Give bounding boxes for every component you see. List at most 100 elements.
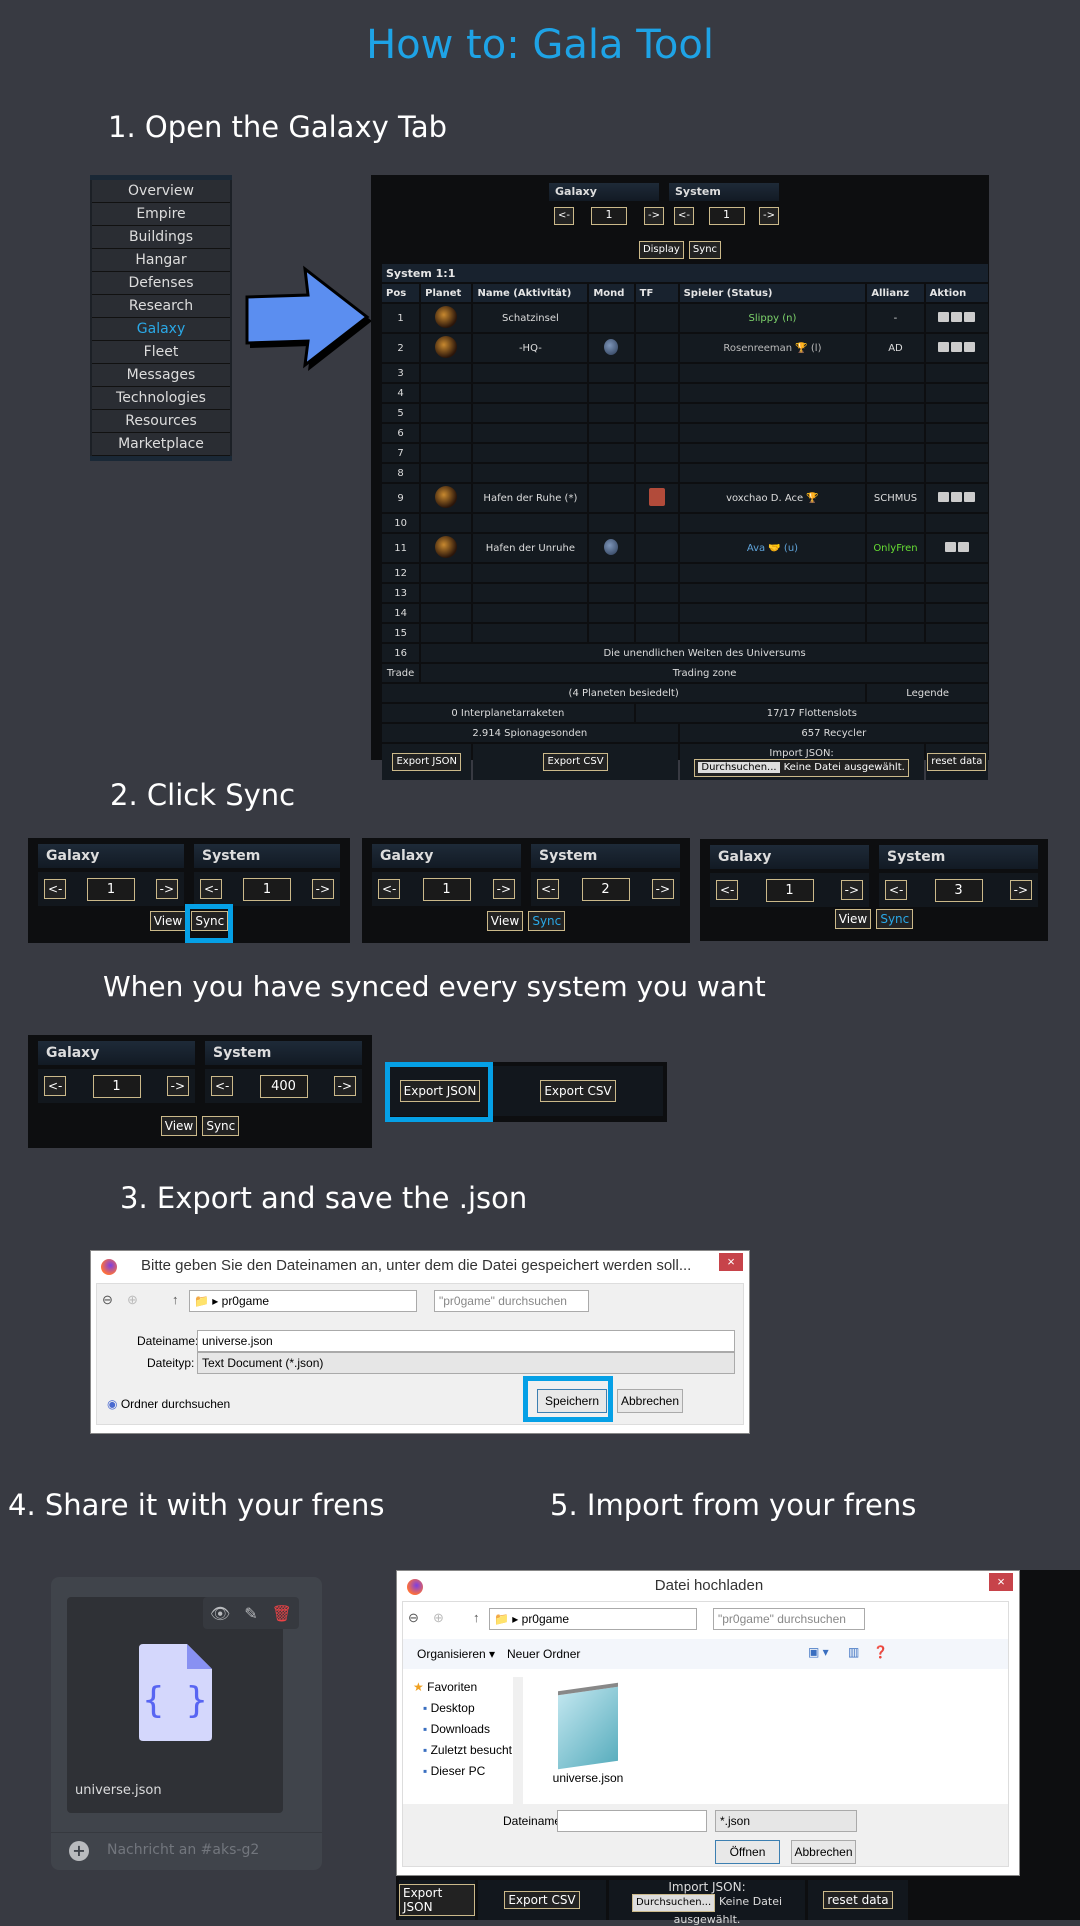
up-icon[interactable]: ↑ [473, 1610, 480, 1625]
search-field[interactable]: "pr0game" durchsuchen [713, 1608, 865, 1630]
menu-item-marketplace[interactable]: Marketplace [92, 433, 230, 456]
galaxy-prev-button[interactable]: <- [44, 1076, 67, 1096]
menu-item-defenses[interactable]: Defenses [92, 272, 230, 295]
planet-cell[interactable] [421, 334, 472, 362]
up-icon[interactable]: ↑ [172, 1292, 179, 1307]
system-next-button[interactable]: -> [1009, 880, 1032, 900]
galaxy-next-button[interactable]: -> [492, 879, 515, 899]
planet-icon[interactable] [435, 485, 458, 508]
planet-cell[interactable] [421, 534, 472, 562]
view-button[interactable]: View [149, 911, 187, 931]
system-input[interactable]: 400 [259, 1074, 308, 1098]
sync-button[interactable]: Sync [688, 241, 722, 259]
alliance-cell[interactable]: OnlyFren [867, 534, 924, 562]
menu-item-galaxy[interactable]: Galaxy [92, 318, 230, 341]
system-input[interactable]: 3 [934, 878, 983, 902]
cancel-button[interactable]: Abbrechen [791, 1840, 856, 1864]
filetype-select[interactable]: Text Document (*.json) [197, 1352, 735, 1374]
galaxy-prev-button[interactable]: <- [378, 879, 401, 899]
planet-cell[interactable] [421, 304, 472, 332]
filename-input[interactable]: universe.json [197, 1330, 735, 1352]
path-bar[interactable]: 📁 ▸ pr0game [489, 1608, 697, 1630]
plus-icon[interactable]: + [69, 1841, 89, 1861]
message-icon[interactable] [951, 311, 963, 322]
espionage-icon[interactable] [938, 311, 950, 322]
system-prev-button[interactable]: <- [200, 879, 223, 899]
planet-icon[interactable] [435, 535, 458, 558]
menu-item-resources[interactable]: Resources [92, 410, 230, 433]
reset-data-button[interactable]: reset data [927, 753, 987, 771]
nav-item[interactable]: ▪ Downloads [423, 1719, 512, 1740]
message-input[interactable]: Nachricht an #aks-g2 [107, 1842, 259, 1858]
file-item[interactable]: universe.json [548, 1682, 628, 1785]
player-cell[interactable]: voxchao D. Ace 🏆 [679, 484, 866, 512]
menu-item-overview[interactable]: Overview [92, 180, 230, 203]
system-input[interactable]: 2 [581, 877, 630, 901]
trash-icon[interactable]: 🗑 [272, 1604, 292, 1623]
galaxy-next-button[interactable]: -> [155, 879, 178, 899]
message-icon[interactable] [957, 541, 969, 552]
buddy-icon[interactable] [964, 311, 976, 322]
galaxy-next-button[interactable]: -> [166, 1076, 189, 1096]
buddy-icon[interactable] [964, 341, 976, 352]
new-folder-button[interactable]: Neuer Ordner [507, 1647, 580, 1661]
buddy-icon[interactable] [964, 491, 976, 502]
export-csv-button[interactable]: Export CSV [543, 753, 608, 771]
browse-button[interactable]: Durchsuchen... [698, 761, 780, 773]
menu-item-buildings[interactable]: Buildings [92, 226, 230, 249]
message-icon[interactable] [951, 341, 963, 352]
galaxy-next-button[interactable]: -> [644, 207, 664, 225]
browse-button-2[interactable]: Durchsuchen... [631, 1894, 716, 1912]
system-next-button[interactable]: -> [651, 879, 674, 899]
cancel-button[interactable]: Abbrechen [617, 1389, 683, 1413]
open-button[interactable]: Öffnen [715, 1840, 780, 1864]
menu-item-empire[interactable]: Empire [92, 203, 230, 226]
preview-pane-icon[interactable]: ▥ [848, 1645, 859, 1659]
reset-button-2[interactable]: reset data [823, 1891, 893, 1909]
pencil-icon[interactable]: ✎ [244, 1604, 257, 1623]
system-prev-button[interactable]: <- [537, 879, 560, 899]
galaxy-input[interactable]: 1 [92, 1074, 141, 1098]
view-button[interactable]: View [486, 911, 524, 931]
menu-item-fleet[interactable]: Fleet [92, 341, 230, 364]
debris-field-icon[interactable] [648, 487, 665, 506]
galaxy-input[interactable]: 1 [765, 878, 814, 902]
export-json-button-2[interactable]: Export JSON [399, 1884, 475, 1916]
legend-link[interactable]: Legende [867, 684, 988, 702]
close-button[interactable]: × [989, 1573, 1013, 1591]
galaxy-input[interactable]: 1 [87, 877, 135, 901]
galaxy-prev-button[interactable]: <- [44, 879, 67, 899]
galaxy-prev-button[interactable]: <- [554, 207, 574, 225]
galaxy-prev-button[interactable]: <- [716, 880, 739, 900]
nav-item[interactable]: ▪ Zuletzt besucht [423, 1740, 512, 1761]
view-button[interactable]: View [834, 909, 872, 929]
menu-item-research[interactable]: Research [92, 295, 230, 318]
filename-input[interactable] [557, 1810, 707, 1832]
back-icon[interactable]: ⊖ [408, 1610, 419, 1626]
system-next-button[interactable]: -> [333, 1076, 356, 1096]
galaxy-next-button[interactable]: -> [840, 880, 863, 900]
help-icon[interactable]: ❓ [873, 1645, 888, 1659]
sync-button[interactable]: Sync [528, 911, 566, 931]
path-bar[interactable]: 📁 ▸ pr0game [189, 1290, 417, 1312]
message-icon[interactable] [951, 491, 963, 502]
view-options-icon[interactable]: ▣ ▾ [808, 1645, 829, 1659]
display-button[interactable]: Display [638, 241, 684, 259]
galaxy-input[interactable]: 1 [422, 877, 471, 901]
planet-cell[interactable] [421, 484, 472, 512]
organize-menu[interactable]: Organisieren ▾ [417, 1647, 495, 1661]
system-input[interactable]: 1 [243, 877, 291, 901]
alliance-cell[interactable]: SCHMUS [867, 484, 924, 512]
alliance-cell[interactable]: - [867, 304, 924, 332]
nav-scrollbar[interactable] [513, 1677, 523, 1804]
view-button[interactable]: View [160, 1116, 198, 1136]
player-cell[interactable]: Slippy (n) [679, 304, 866, 332]
system-input[interactable]: 1 [708, 207, 745, 225]
planet-icon[interactable] [435, 335, 458, 358]
favorites-item[interactable]: ★ Favoriten [413, 1677, 512, 1698]
espionage-icon[interactable] [944, 541, 956, 552]
nav-item[interactable]: ▪ Desktop [423, 1698, 512, 1719]
system-prev-button[interactable]: <- [674, 207, 694, 225]
sync-button[interactable]: Sync [202, 1116, 240, 1136]
export-csv-button-2[interactable]: Export CSV [504, 1891, 580, 1909]
